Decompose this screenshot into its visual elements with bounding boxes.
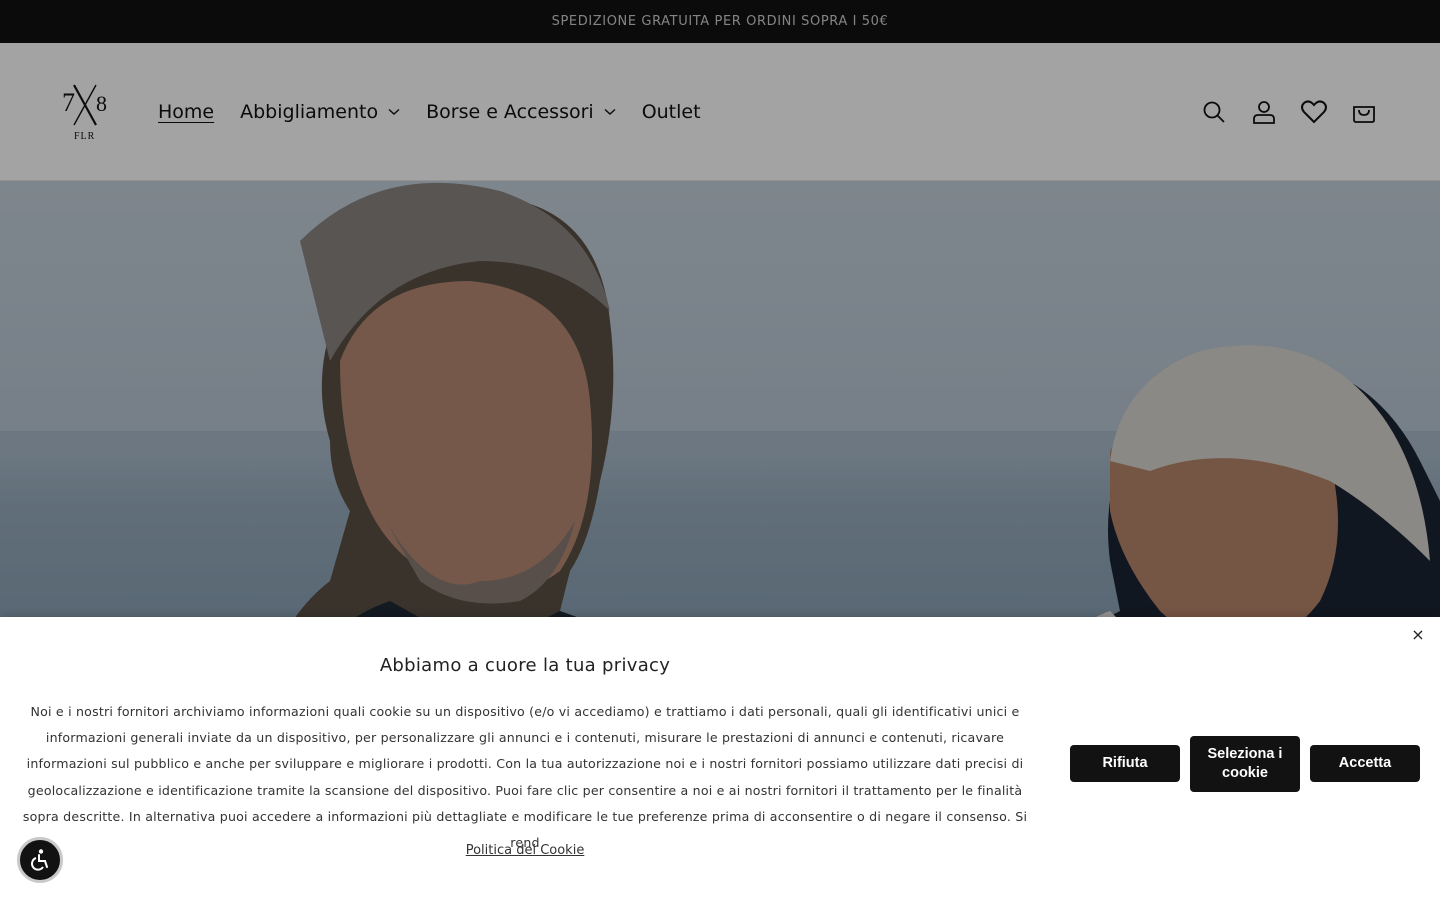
cookie-text: Noi e i nostri fornitori archiviamo info… (22, 704, 1028, 851)
reject-button[interactable]: Rifiuta (1070, 745, 1180, 782)
select-cookies-button[interactable]: Seleziona i cookie (1190, 736, 1300, 792)
accessibility-button[interactable] (17, 837, 63, 883)
cookie-title: Abbiamo a cuore la tua privacy (379, 655, 671, 676)
cookie-policy-link-wrap: Politica dei Cookie (0, 843, 1050, 858)
cookie-policy-link[interactable]: Politica dei Cookie (466, 843, 585, 858)
accept-button[interactable]: Accetta (1310, 745, 1420, 782)
close-icon[interactable]: × (1408, 625, 1428, 645)
cookie-banner: × Abbiamo a cuore la tua privacy Noi e i… (0, 617, 1440, 900)
accessibility-icon (31, 849, 48, 871)
